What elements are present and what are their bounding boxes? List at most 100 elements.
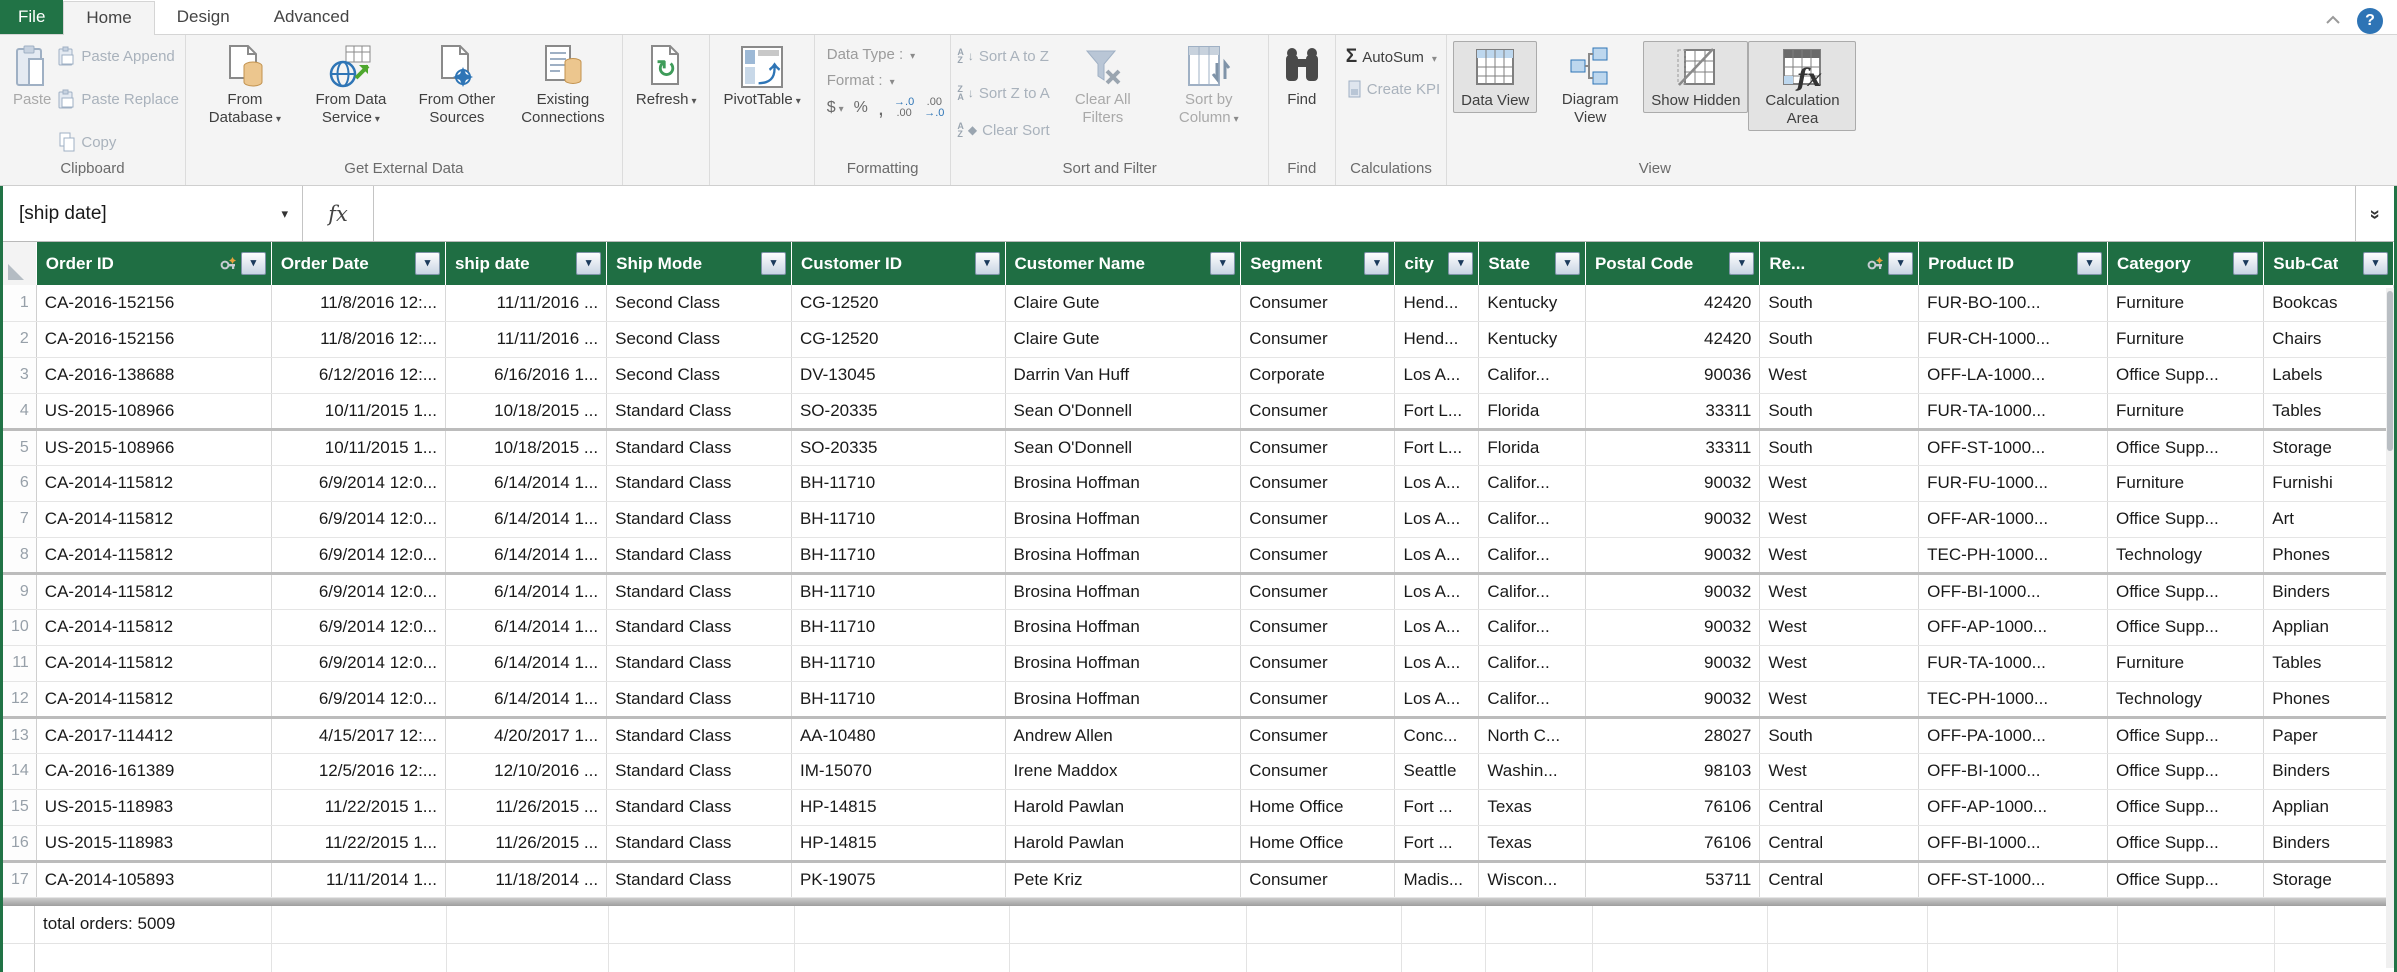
cell[interactable]: Harold Pawlan xyxy=(1005,789,1241,825)
cell[interactable]: South xyxy=(1760,321,1919,357)
cell[interactable]: Office Supp... xyxy=(2108,429,2264,465)
cell[interactable]: West xyxy=(1760,609,1919,645)
find-button[interactable]: Find xyxy=(1275,41,1329,111)
cell[interactable]: 90032 xyxy=(1585,501,1759,537)
cell[interactable]: Standard Class xyxy=(607,861,792,897)
cell[interactable]: CA-2014-115812 xyxy=(36,573,271,609)
cell[interactable]: West xyxy=(1760,573,1919,609)
cell[interactable]: CG-12520 xyxy=(791,321,1005,357)
cell[interactable]: South xyxy=(1760,393,1919,429)
filter-dropdown-icon[interactable] xyxy=(975,252,1000,275)
cell[interactable]: Kentucky xyxy=(1479,285,1586,321)
cell[interactable]: Califor... xyxy=(1479,357,1586,393)
cell[interactable]: Furniture xyxy=(2108,393,2264,429)
expand-formula-bar-button[interactable]: » xyxy=(2355,186,2394,241)
cell[interactable]: Tables xyxy=(2264,645,2394,681)
cell[interactable]: OFF-AP-1000... xyxy=(1919,609,2108,645)
calc-cell[interactable] xyxy=(1402,906,1486,944)
cell[interactable]: SO-20335 xyxy=(791,393,1005,429)
cell[interactable]: 11/11/2016 ... xyxy=(445,285,606,321)
name-box-dropdown-icon[interactable]: ▾ xyxy=(281,206,302,222)
cell[interactable]: Sean O'Donnell xyxy=(1005,393,1241,429)
cell[interactable]: Los A... xyxy=(1395,573,1479,609)
cell[interactable]: OFF-BI-1000... xyxy=(1919,573,2108,609)
cell[interactable]: Harold Pawlan xyxy=(1005,825,1241,861)
cell[interactable]: Office Supp... xyxy=(2108,861,2264,897)
row-number[interactable]: 7 xyxy=(3,501,36,537)
collapse-ribbon-icon[interactable] xyxy=(2325,12,2341,30)
column-header-product-id[interactable]: Product ID xyxy=(1919,242,2108,285)
paste-replace-button[interactable]: Paste Replace xyxy=(58,86,179,112)
cell[interactable]: Home Office xyxy=(1241,825,1395,861)
currency-format-button[interactable]: $ xyxy=(827,99,844,117)
cell[interactable]: 6/9/2014 12:0... xyxy=(271,681,445,717)
cell[interactable]: CA-2016-152156 xyxy=(36,321,271,357)
filter-dropdown-icon[interactable] xyxy=(1729,252,1754,275)
cell[interactable]: 90036 xyxy=(1585,357,1759,393)
calc-cell[interactable] xyxy=(1247,906,1402,944)
cell[interactable]: 6/9/2014 12:0... xyxy=(271,537,445,573)
calculation-area-splitter[interactable] xyxy=(3,898,2394,906)
cell[interactable]: DV-13045 xyxy=(791,357,1005,393)
filter-dropdown-icon[interactable] xyxy=(1364,252,1389,275)
cell[interactable]: Second Class xyxy=(607,285,792,321)
cell[interactable]: Consumer xyxy=(1241,609,1395,645)
pivottable-button[interactable]: ⤴ PivotTable xyxy=(716,41,807,113)
cell[interactable]: US-2015-108966 xyxy=(36,429,271,465)
cell[interactable]: Furniture xyxy=(2108,645,2264,681)
cell[interactable]: 6/12/2016 12:... xyxy=(271,357,445,393)
cell[interactable]: Consumer xyxy=(1241,573,1395,609)
cell[interactable]: Washin... xyxy=(1479,753,1586,789)
cell[interactable]: 11/22/2015 1... xyxy=(271,789,445,825)
cell[interactable]: West xyxy=(1760,537,1919,573)
filter-dropdown-icon[interactable] xyxy=(761,252,786,275)
cell[interactable]: 6/9/2014 12:0... xyxy=(271,573,445,609)
filter-dropdown-icon[interactable] xyxy=(241,252,266,275)
cell[interactable]: 10/11/2015 1... xyxy=(271,393,445,429)
from-database-button[interactable]: From Database xyxy=(192,41,298,131)
cell[interactable]: US-2015-108966 xyxy=(36,393,271,429)
row-number[interactable]: 3 xyxy=(3,357,36,393)
paste-button[interactable]: Paste xyxy=(6,41,58,111)
cell[interactable]: 90032 xyxy=(1585,537,1759,573)
show-hidden-button[interactable]: Show Hidden xyxy=(1643,41,1748,113)
calc-cell[interactable] xyxy=(272,944,447,972)
calc-cell[interactable] xyxy=(1593,944,1768,972)
column-header-re[interactable]: Re... xyxy=(1760,242,1919,285)
cell[interactable]: 76106 xyxy=(1585,789,1759,825)
cell[interactable]: Home Office xyxy=(1241,789,1395,825)
row-number[interactable]: 14 xyxy=(3,753,36,789)
cell[interactable]: Consumer xyxy=(1241,321,1395,357)
cell[interactable]: 10/18/2015 ... xyxy=(445,429,606,465)
cell[interactable]: FUR-BO-100... xyxy=(1919,285,2108,321)
cell[interactable]: Storage xyxy=(2264,861,2394,897)
cell[interactable]: South xyxy=(1760,285,1919,321)
cell[interactable]: Office Supp... xyxy=(2108,357,2264,393)
cell[interactable]: Standard Class xyxy=(607,501,792,537)
cell[interactable]: 6/14/2014 1... xyxy=(445,573,606,609)
cell[interactable]: 6/16/2016 1... xyxy=(445,357,606,393)
cell[interactable]: 98103 xyxy=(1585,753,1759,789)
paste-append-button[interactable]: Paste Append xyxy=(58,43,179,69)
cell[interactable]: Standard Class xyxy=(607,393,792,429)
cell[interactable]: Central xyxy=(1760,789,1919,825)
cell[interactable]: Consumer xyxy=(1241,681,1395,717)
cell[interactable]: Los A... xyxy=(1395,681,1479,717)
cell[interactable]: CA-2014-115812 xyxy=(36,645,271,681)
filter-dropdown-icon[interactable] xyxy=(2363,252,2388,275)
cell[interactable]: Fort L... xyxy=(1395,429,1479,465)
cell[interactable]: Storage xyxy=(2264,429,2394,465)
cell[interactable]: Texas xyxy=(1479,825,1586,861)
cell[interactable]: CA-2016-138688 xyxy=(36,357,271,393)
cell[interactable]: North C... xyxy=(1479,717,1586,753)
filter-dropdown-icon[interactable] xyxy=(415,252,440,275)
cell[interactable]: Califor... xyxy=(1479,573,1586,609)
row-number[interactable]: 10 xyxy=(3,609,36,645)
calc-cell[interactable] xyxy=(1247,944,1402,972)
cell[interactable]: Conc... xyxy=(1395,717,1479,753)
select-all-corner[interactable] xyxy=(3,242,36,285)
cell[interactable]: Standard Class xyxy=(607,645,792,681)
filter-dropdown-icon[interactable] xyxy=(576,252,601,275)
cell[interactable]: 6/14/2014 1... xyxy=(445,537,606,573)
cell[interactable]: Consumer xyxy=(1241,861,1395,897)
